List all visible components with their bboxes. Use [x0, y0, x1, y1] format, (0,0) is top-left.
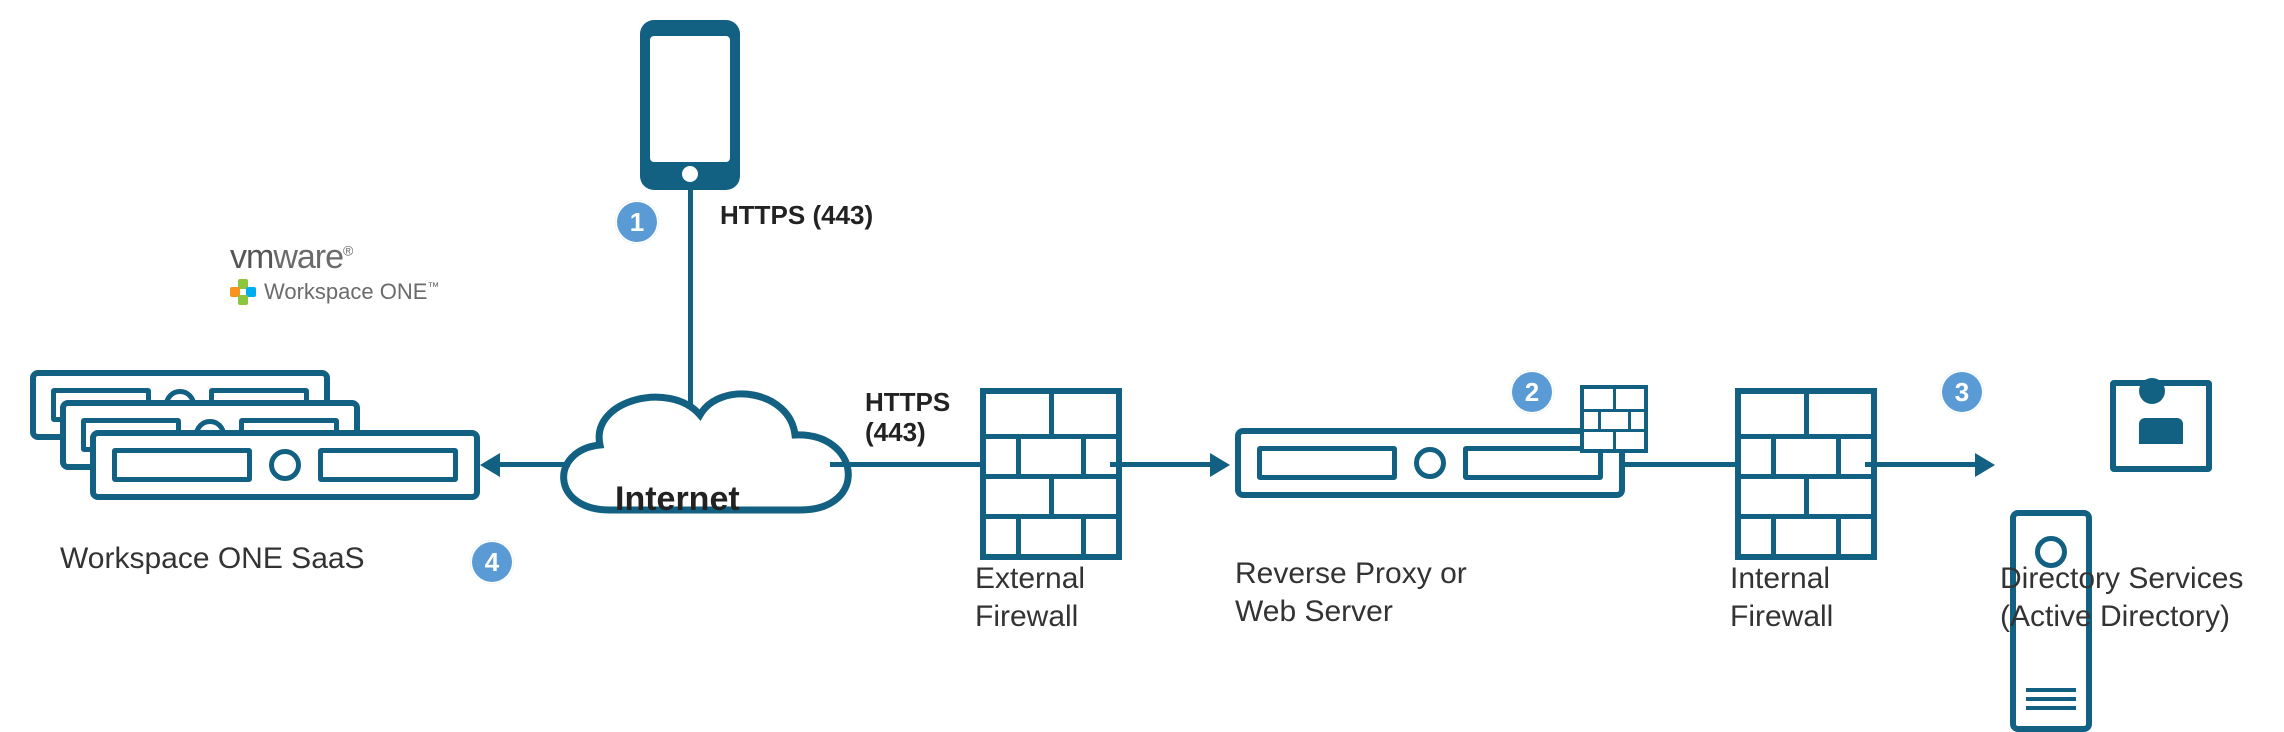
saas-label: Workspace ONE SaaS: [60, 540, 365, 578]
vmware-logo: vmware® Workspace ONE™: [230, 238, 439, 305]
external-firewall-icon: [980, 388, 1122, 560]
connector-internet-extfw: [830, 462, 980, 467]
revproxy-label-line1: Reverse Proxy or: [1235, 555, 1467, 593]
badge-1: 1: [615, 200, 659, 244]
internal-firewall-icon: [1735, 388, 1877, 560]
revproxy-label-line2: Web Server: [1235, 593, 1467, 631]
revproxy-label: Reverse Proxy or Web Server: [1235, 555, 1467, 630]
intfw-label-line1: Internal: [1730, 560, 1833, 598]
logo-registered: ®: [343, 243, 352, 259]
internet-label: Internet: [615, 480, 740, 519]
intfw-label: Internal Firewall: [1730, 560, 1833, 635]
intfw-label-line2: Firewall: [1730, 598, 1833, 636]
link-label-extfw-line2: (443): [865, 418, 950, 448]
badge-3: 3: [1940, 370, 1984, 414]
arrow-head-icon: [480, 453, 500, 477]
arrow-head-icon: [1975, 453, 1995, 477]
host-firewall-icon: [1580, 385, 1648, 453]
extfw-label-line1: External: [975, 560, 1085, 598]
extfw-label-line2: Firewall: [975, 598, 1085, 636]
badge-4: 4: [470, 540, 514, 584]
reverse-proxy-server-icon: [1235, 428, 1625, 498]
logo-tm: ™: [427, 280, 439, 294]
user-card-icon: [2110, 380, 2212, 472]
link-label-extfw: HTTPS (443): [865, 388, 950, 448]
logo-vm: vm: [230, 238, 273, 276]
extfw-label: External Firewall: [975, 560, 1085, 635]
dir-label-line2: (Active Directory): [2000, 598, 2243, 636]
logo-product: Workspace ONE: [264, 279, 427, 304]
cloud-icon: [530, 360, 870, 560]
arrow-head-icon: [1210, 453, 1230, 477]
phone-icon: [640, 20, 740, 190]
connector-revproxy-intfw: [1625, 462, 1735, 467]
server-icon: [90, 430, 480, 500]
logo-ware: ware: [273, 238, 343, 276]
link-label-extfw-line1: HTTPS: [865, 388, 950, 418]
diagram-canvas: vmware® Workspace ONE™ Workspace ONE Saa…: [0, 0, 2284, 669]
link-label-phone: HTTPS (443): [720, 200, 873, 231]
connector-intfw-dir: [1865, 462, 1975, 467]
dir-label-line1: Directory Services: [2000, 560, 2243, 598]
workspace-one-icon: [230, 279, 256, 305]
connector-extfw-revproxy: [1110, 462, 1210, 467]
dir-label: Directory Services (Active Directory): [2000, 560, 2243, 635]
connector-internet-saas: [500, 462, 570, 467]
badge-2: 2: [1510, 370, 1554, 414]
